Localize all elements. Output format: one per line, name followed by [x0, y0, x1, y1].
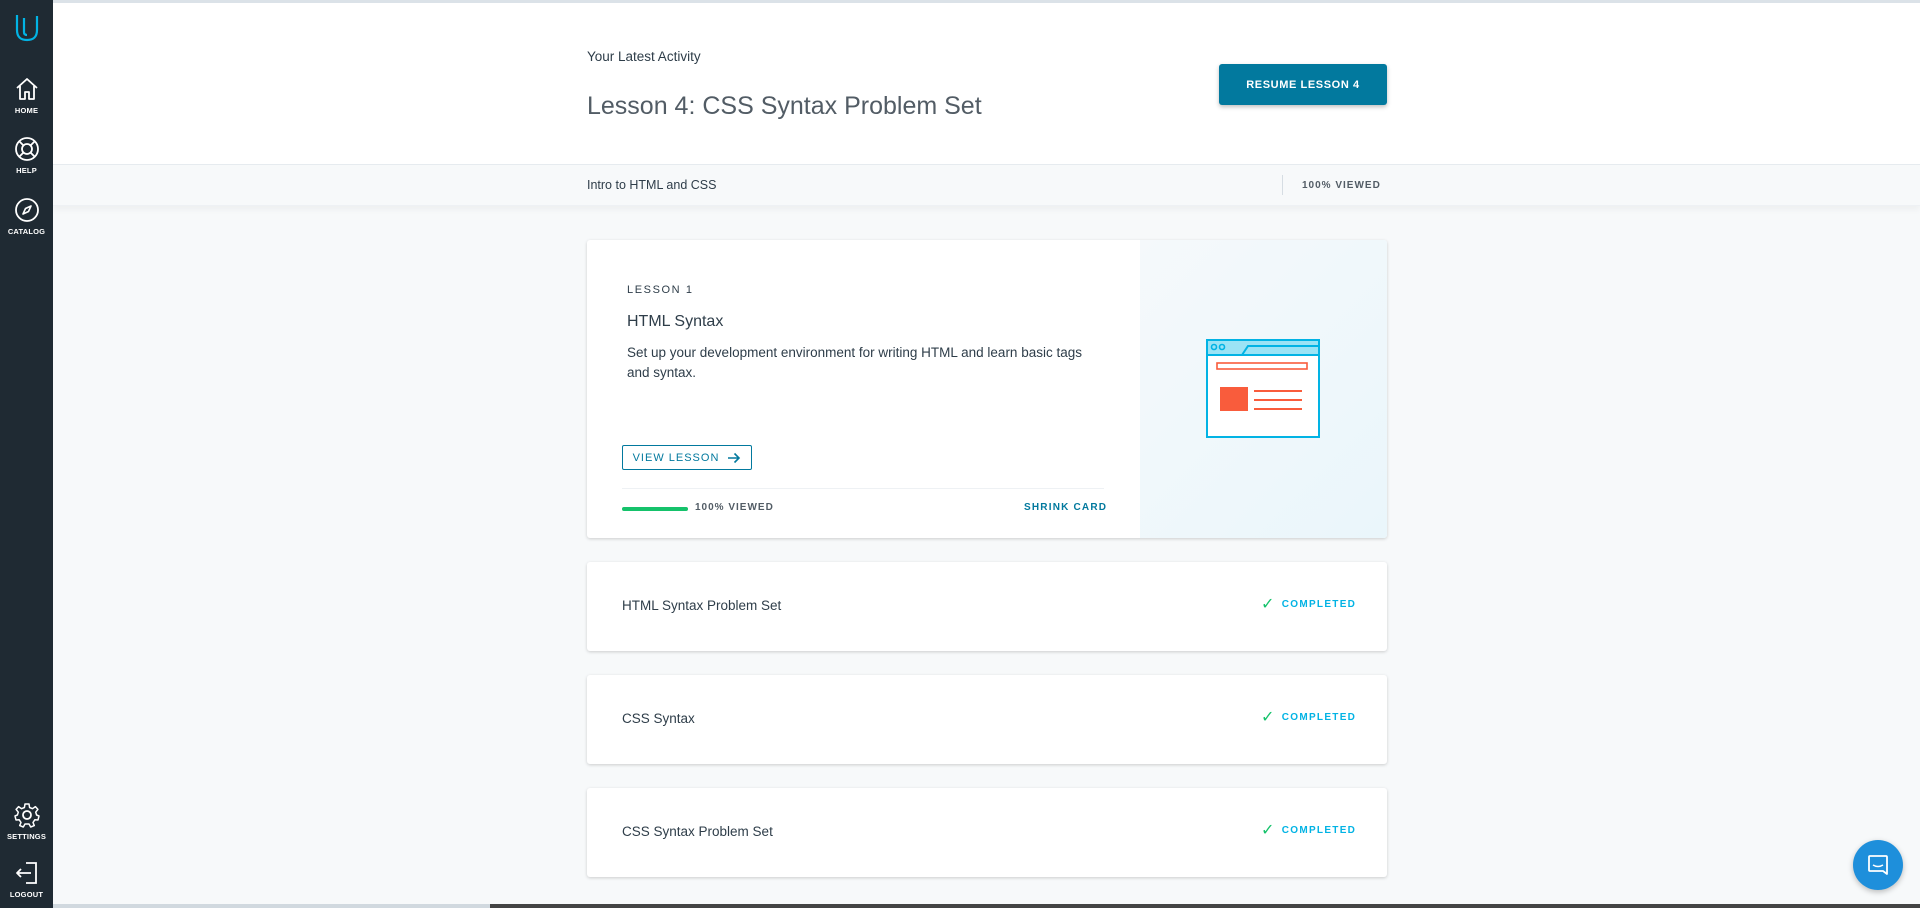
lesson-row[interactable]: CSS Syntax ✓ COMPLETED [587, 675, 1387, 764]
shrink-card-link[interactable]: SHRINK CARD [1024, 502, 1107, 513]
chat-button[interactable] [1853, 840, 1903, 890]
scrollbar-thumb[interactable] [490, 904, 1920, 908]
sidebar-item-home[interactable]: HOME [0, 74, 53, 115]
lesson-progress-bar [622, 507, 688, 511]
lesson-row-title: HTML Syntax Problem Set [622, 598, 782, 613]
resume-lesson-button[interactable]: RESUME LESSON 4 [1219, 64, 1387, 105]
udacity-logo-icon [15, 15, 38, 42]
sidebar-item-label: LOGOUT [9, 890, 44, 899]
lesson-row-title: CSS Syntax [622, 711, 695, 726]
sidebar-item-help[interactable]: HELP [0, 134, 53, 175]
lesson-row-title: CSS Syntax Problem Set [622, 824, 773, 839]
course-progress-text: 100% VIEWED [1302, 180, 1381, 191]
sidebar-item-catalog[interactable]: CATALOG [0, 195, 53, 236]
sidebar-item-label: HELP [16, 166, 37, 175]
browser-window-icon [1206, 339, 1320, 438]
compass-icon [14, 198, 39, 222]
divider [622, 488, 1104, 489]
sidebar-item-logout[interactable]: LOGOUT [0, 858, 53, 899]
logout-icon [15, 862, 37, 884]
course-bar: Intro to HTML and CSS 100% VIEWED [53, 164, 1920, 206]
sidebar-item-label: CATALOG [7, 227, 46, 236]
lesson-number: LESSON 1 [627, 284, 694, 296]
lesson-row[interactable]: CSS Syntax Problem Set ✓ COMPLETED [587, 788, 1387, 877]
status-label: COMPLETED [1281, 825, 1357, 836]
lesson-progress-text: 100% VIEWED [695, 502, 774, 513]
lesson-illustration-panel [1140, 240, 1387, 538]
sidebar-nav: HOME HELP CATALOG SETTINGS LOGOUT [0, 0, 53, 908]
page-title: Lesson 4: CSS Syntax Problem Set [587, 92, 982, 120]
lesson-description: Set up your development environment for … [627, 345, 1082, 380]
help-icon [14, 137, 39, 161]
lesson-progress-fill [622, 507, 688, 511]
view-lesson-button[interactable]: VIEW LESSON [622, 445, 752, 470]
sidebar-item-label: HOME [14, 106, 39, 115]
latest-activity-header: Your Latest Activity Lesson 4: CSS Synta… [53, 3, 1920, 164]
check-icon: ✓ [1261, 708, 1276, 726]
check-icon: ✓ [1261, 595, 1276, 613]
completed-status: ✓ COMPLETED [1261, 595, 1357, 613]
divider [1282, 175, 1283, 195]
lesson-title: HTML Syntax [627, 313, 724, 330]
course-name: Intro to HTML and CSS [587, 178, 717, 192]
arrow-right-icon [728, 452, 741, 463]
udacity-logo[interactable] [0, 12, 53, 46]
lesson-card-content: LESSON 1 HTML Syntax Set up your develop… [587, 240, 1140, 538]
completed-status: ✓ COMPLETED [1261, 821, 1357, 839]
completed-status: ✓ COMPLETED [1261, 708, 1357, 726]
latest-activity-label: Your Latest Activity [587, 49, 701, 64]
status-label: COMPLETED [1281, 712, 1357, 723]
sidebar-item-label: SETTINGS [6, 832, 47, 841]
sidebar-item-settings[interactable]: SETTINGS [0, 800, 53, 841]
home-icon [15, 78, 38, 100]
check-icon: ✓ [1261, 821, 1276, 839]
view-lesson-label: VIEW LESSON [632, 451, 720, 464]
lesson-row[interactable]: HTML Syntax Problem Set ✓ COMPLETED [587, 562, 1387, 651]
chat-icon [1868, 855, 1888, 875]
gear-icon [13, 803, 40, 828]
status-label: COMPLETED [1281, 599, 1357, 610]
lesson-card-expanded: LESSON 1 HTML Syntax Set up your develop… [587, 240, 1387, 538]
